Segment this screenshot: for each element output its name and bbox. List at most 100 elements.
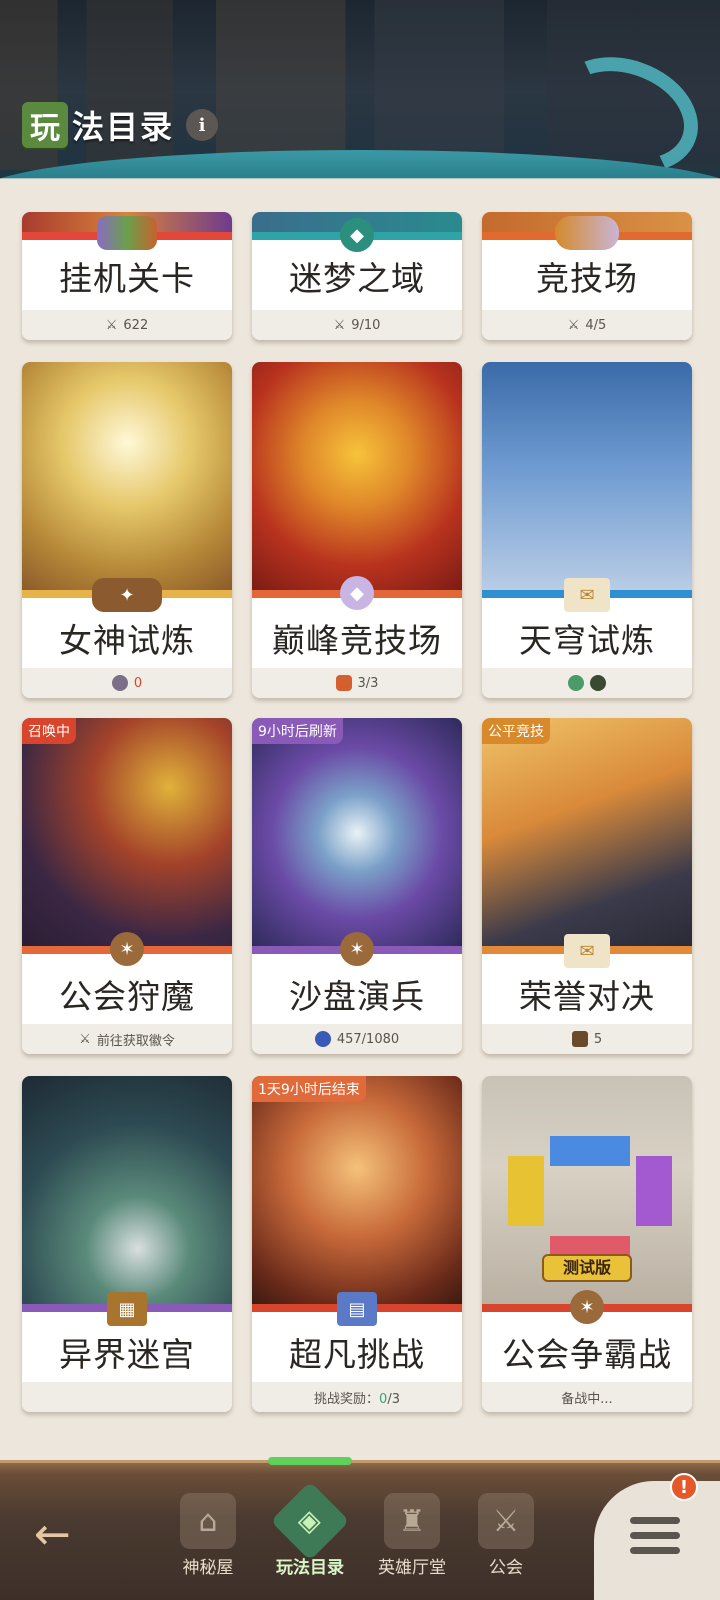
card-title: 竞技场 (536, 259, 638, 298)
card-title: 女神试炼 (59, 621, 195, 660)
key-icon (314, 1031, 331, 1047)
refresh-timer-tag: 9小时后刷新 (252, 718, 343, 744)
card-art-tower (482, 362, 692, 592)
card-celestial-trial[interactable]: ✉ 天穹试炼 (482, 362, 692, 698)
helmet-icon: ♜ (384, 1493, 440, 1549)
card-art-duelist (482, 718, 692, 948)
swords-icon: ⚔ (79, 1031, 91, 1047)
card-title: 挂机关卡 (59, 259, 195, 298)
reward-label: 挑战奖励： (314, 1391, 380, 1407)
nav-label: 公会 (489, 1558, 523, 1578)
card-footer-text: 5 (593, 1031, 603, 1047)
card-footer: ⚔ 622 (22, 310, 232, 340)
card-arena[interactable]: 竞技场 ⚔ 4/5 (482, 212, 692, 340)
card-footer: ⚔ 9/10 (252, 310, 462, 340)
dark-gem-icon (590, 675, 606, 691)
board-tile-red (508, 1156, 544, 1226)
card-sandbox-war[interactable]: 9小时后刷新 ✶ 沙盘演兵 457/1080 (252, 718, 462, 1054)
card-footer (482, 668, 692, 698)
guild-emblem-icon: ✶ (340, 932, 374, 966)
bottom-nav: ← ⌂ 神秘屋 ◈ 玩法目录 ♜ 英雄厅堂 ⚔ 公会 ! (0, 1457, 720, 1600)
card-title: 沙盘演兵 (289, 977, 425, 1016)
card-footer: 3/3 (252, 668, 462, 698)
card-footer-text: 4/5 (585, 317, 607, 333)
card-footer-text: 挑战奖励：0/3 (314, 1388, 400, 1407)
treasure-icon (571, 1031, 588, 1047)
beta-ribbon: 测试版 (542, 1254, 632, 1282)
menu-icon (630, 1517, 680, 1562)
nav-item-hero-hall[interactable]: ♜ 英雄厅堂 (362, 1493, 462, 1578)
wizard-hat-icon: ⌂ (180, 1493, 236, 1549)
card-art-trophy (252, 362, 462, 592)
menu-button[interactable]: ! (594, 1473, 720, 1600)
card-honor-duel[interactable]: 公平竞技 ✉ 荣誉对决 5 (482, 718, 692, 1054)
board-tile-blue (550, 1136, 630, 1166)
card-footer-text: 622 (123, 317, 149, 333)
title-text: 法目录 (72, 108, 175, 146)
card-title: 公会争霸战 (502, 1335, 672, 1374)
card-footer: 0 (22, 668, 232, 698)
card-otherworld-maze[interactable]: ▦ 异界迷宫 (22, 1076, 232, 1412)
card-footer-text: 457/1080 (336, 1031, 400, 1047)
card-footer: 5 (482, 1024, 692, 1054)
envelope-icon: ✉ (564, 934, 610, 968)
shield-badge-icon (335, 675, 352, 691)
swords-icon: ⚔ (105, 317, 118, 333)
card-footer-text: 3/3 (357, 675, 379, 691)
reward-gems-icon (97, 216, 157, 250)
card-art-goddess (22, 362, 232, 592)
nav-item-mystery-house[interactable]: ⌂ 神秘屋 (158, 1493, 258, 1578)
card-goddess-trial[interactable]: ✦ 女神试炼 0 (22, 362, 232, 698)
header-banner: 玩 法目录 i (0, 0, 720, 205)
card-footer-text: 备战中... (561, 1391, 613, 1407)
nav-item-game-modes[interactable]: ◈ 玩法目录 (260, 1481, 360, 1578)
envelope-icon: ✉ (564, 578, 610, 612)
card-title: 天穹试炼 (519, 621, 655, 660)
nav-label: 神秘屋 (182, 1558, 234, 1578)
active-indicator (268, 1457, 352, 1465)
swords-icon: ⚔ (567, 317, 580, 333)
crossed-swords-icon: ⚔ (478, 1493, 534, 1549)
info-icon[interactable]: i (186, 109, 219, 141)
card-title: 异界迷宫 (59, 1335, 195, 1374)
card-title: 荣誉对决 (519, 977, 655, 1016)
guild-emblem-icon: ✶ (110, 932, 144, 966)
status-tag: 召唤中 (22, 718, 76, 744)
card-art-sandbox (252, 718, 462, 948)
card-footer-text: 前往获取徽令 (96, 1033, 175, 1049)
card-title: 超凡挑战 (289, 1335, 425, 1374)
nav-label: 英雄厅堂 (378, 1558, 446, 1578)
card-footer: 挑战奖励：0/3 (252, 1382, 462, 1412)
green-gem-icon (568, 675, 584, 691)
arena-coin-icon (555, 216, 619, 250)
card-art-guild-boss (22, 718, 232, 948)
card-dream-realm[interactable]: ◆ 迷梦之域 ⚔ 9/10 (252, 212, 462, 340)
card-art-heroine (252, 1076, 462, 1306)
card-footer: ⚔ 前往获取徽令 (22, 1024, 232, 1054)
card-extraordinary-challenge[interactable]: 1天9小时后结束 ▤ 超凡挑战 挑战奖励：0/3 (252, 1076, 462, 1412)
card-title: 迷梦之域 (289, 259, 425, 298)
alert-badge: ! (670, 1473, 698, 1501)
diamond-grid-icon: ◈ (270, 1481, 350, 1561)
guild-emblem-icon: ✶ (570, 1290, 604, 1324)
card-supreme-arena[interactable]: ◆ 巅峰竞技场 3/3 (252, 362, 462, 698)
map-scroll-icon: ▦ (107, 1292, 147, 1326)
ticket-icon: ▤ (337, 1292, 377, 1326)
card-footer: 457/1080 (252, 1024, 462, 1054)
swords-icon: ⚔ (333, 317, 346, 333)
card-footer-text: 0 (133, 675, 143, 691)
nav-item-guild[interactable]: ⚔ 公会 (456, 1493, 556, 1578)
card-guild-hunt[interactable]: 召唤中 ✶ 公会狩魔 ⚔ 前往获取徽令 (22, 718, 232, 1054)
card-footer: 备战中... (482, 1382, 692, 1412)
board-tile-purple (636, 1156, 672, 1226)
card-title: 巅峰竞技场 (272, 621, 442, 660)
card-afk-stages[interactable]: 挂机关卡 ⚔ 622 (22, 212, 232, 340)
card-footer (22, 1382, 232, 1412)
teal-drop-icon: ◆ (340, 218, 374, 252)
fair-play-tag: 公平竞技 (482, 718, 550, 744)
event-timer-tag: 1天9小时后结束 (252, 1076, 366, 1102)
page-title: 玩 法目录 i (22, 100, 219, 150)
back-arrow-icon[interactable]: ← (34, 1513, 90, 1557)
coin-icon (111, 675, 128, 691)
card-guild-war[interactable]: 测试版 ✶ 公会争霸战 备战中... (482, 1076, 692, 1412)
